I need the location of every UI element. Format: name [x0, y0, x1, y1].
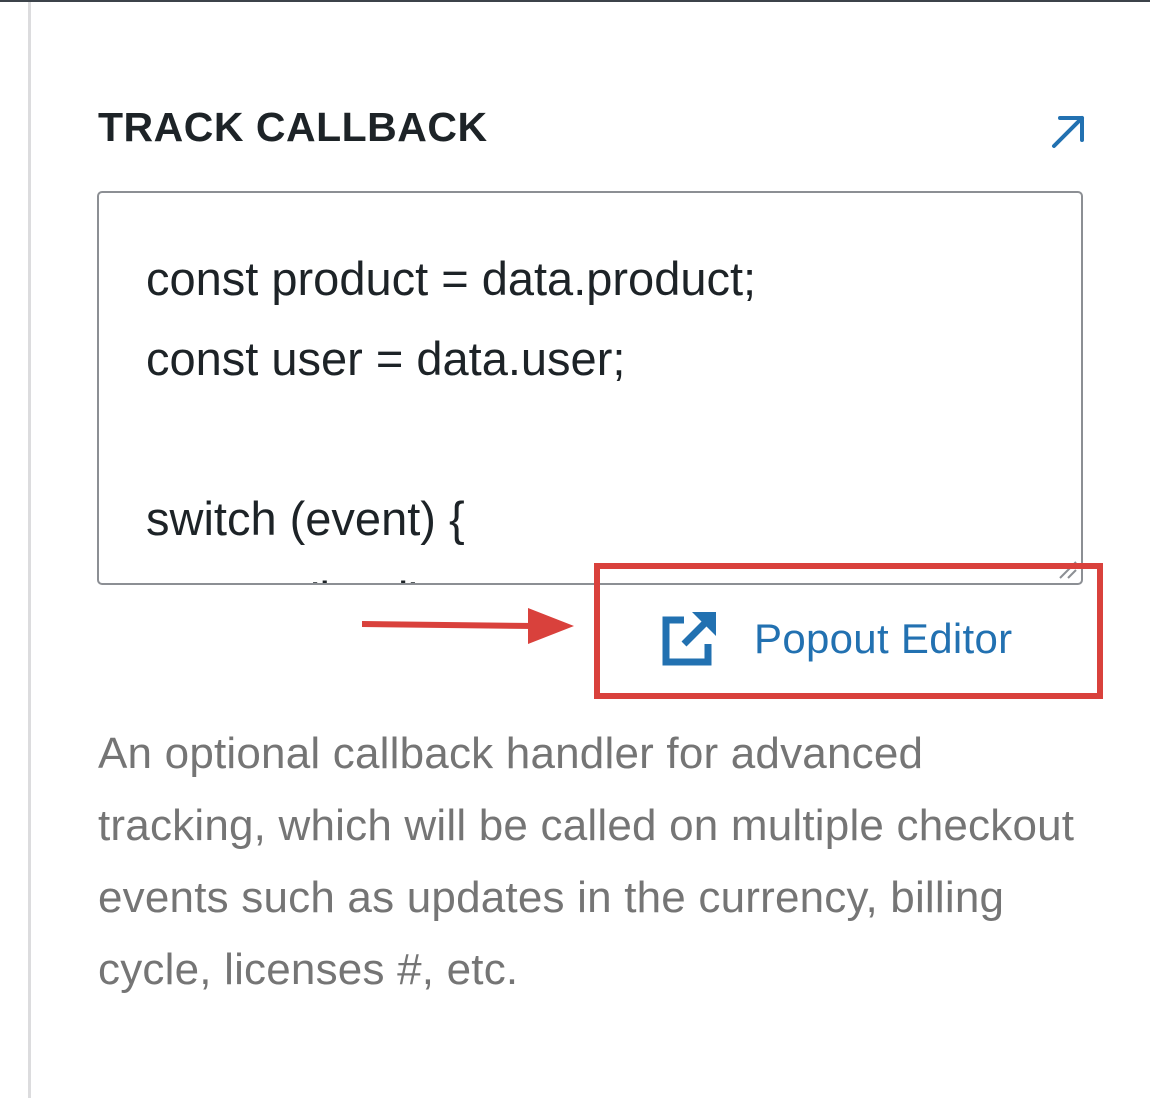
external-link-icon	[662, 612, 716, 666]
popout-editor-button[interactable]: Popout Editor	[660, 606, 1012, 672]
annotation-arrow	[362, 608, 574, 644]
popout-editor-label[interactable]: Popout Editor	[754, 615, 1012, 663]
code-editor-content[interactable]: const product = data.product; const user…	[99, 193, 1081, 583]
code-editor[interactable]: const product = data.product; const user…	[97, 191, 1083, 585]
top-divider	[0, 0, 1150, 2]
field-description: An optional callback handler for advance…	[98, 729, 1075, 994]
arrow-up-right-icon[interactable]	[1048, 112, 1088, 152]
section-title: TRACK CALLBACK	[98, 104, 488, 150]
settings-panel: TRACK CALLBACK const product = data.prod…	[0, 0, 1150, 1098]
left-divider	[28, 2, 31, 1098]
